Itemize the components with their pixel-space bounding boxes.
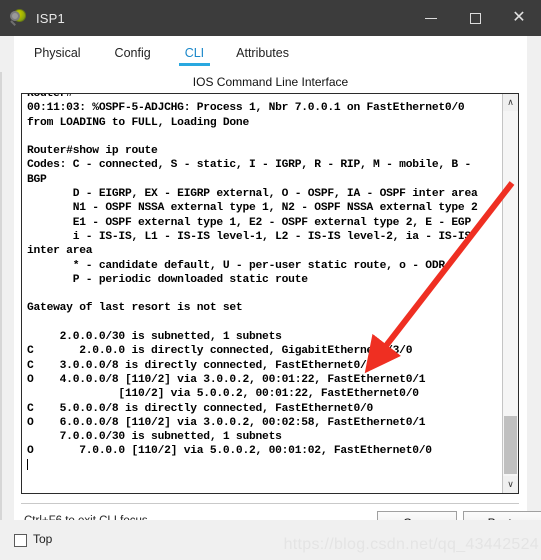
watermark-text: https://blog.csdn.net/qq_43442524 [283,536,539,553]
top-checkbox-label: Top [33,532,53,546]
maximize-button[interactable] [453,0,497,36]
cli-terminal[interactable]: Router# 00:11:03: %OSPF-5-ADJCHG: Proces… [21,93,519,494]
tab-cli-label: CLI [184,46,205,60]
scroll-up-icon[interactable]: ∧ [503,94,518,111]
tab-bar: Physical Config CLI Attributes [14,36,527,70]
cli-terminal-output: Router# 00:11:03: %OSPF-5-ADJCHG: Proces… [27,94,497,474]
close-button[interactable]: ✕ [497,0,541,36]
terminal-scrollbar[interactable]: ∧ ∨ [502,94,518,493]
window-controls: ✕ [409,0,541,36]
window-footer: Top https://blog.csdn.net/qq_43442524 [0,520,541,560]
top-checkbox[interactable] [14,534,27,547]
tab-config-label: Config [114,46,151,60]
window-titlebar: ISP1 ✕ [0,0,541,36]
device-config-window: ISP1 ✕ Physical Config CLI Attributes IO… [0,0,541,560]
scroll-down-icon[interactable]: ∨ [503,476,518,493]
tab-cli[interactable]: CLI [178,36,211,70]
window-content: Physical Config CLI Attributes IOS Comma… [0,36,541,560]
minimize-button[interactable] [409,0,453,36]
close-icon: ✕ [512,9,526,26]
text-cursor [27,458,28,470]
cli-section-header: IOS Command Line Interface [192,75,349,89]
tab-physical-label: Physical [34,46,81,60]
device-panel: Physical Config CLI Attributes IOS Comma… [14,36,541,535]
tab-attributes[interactable]: Attributes [234,36,291,70]
packet-tracer-device-icon [10,9,28,27]
scrollbar-thumb[interactable] [504,416,517,474]
active-tab-indicator [178,63,211,66]
tab-config[interactable]: Config [113,36,153,70]
panel-divider [21,503,519,504]
window-title: ISP1 [36,10,65,26]
tab-attributes-label: Attributes [236,46,289,60]
tab-physical[interactable]: Physical [32,36,83,70]
window-left-border [0,72,2,520]
